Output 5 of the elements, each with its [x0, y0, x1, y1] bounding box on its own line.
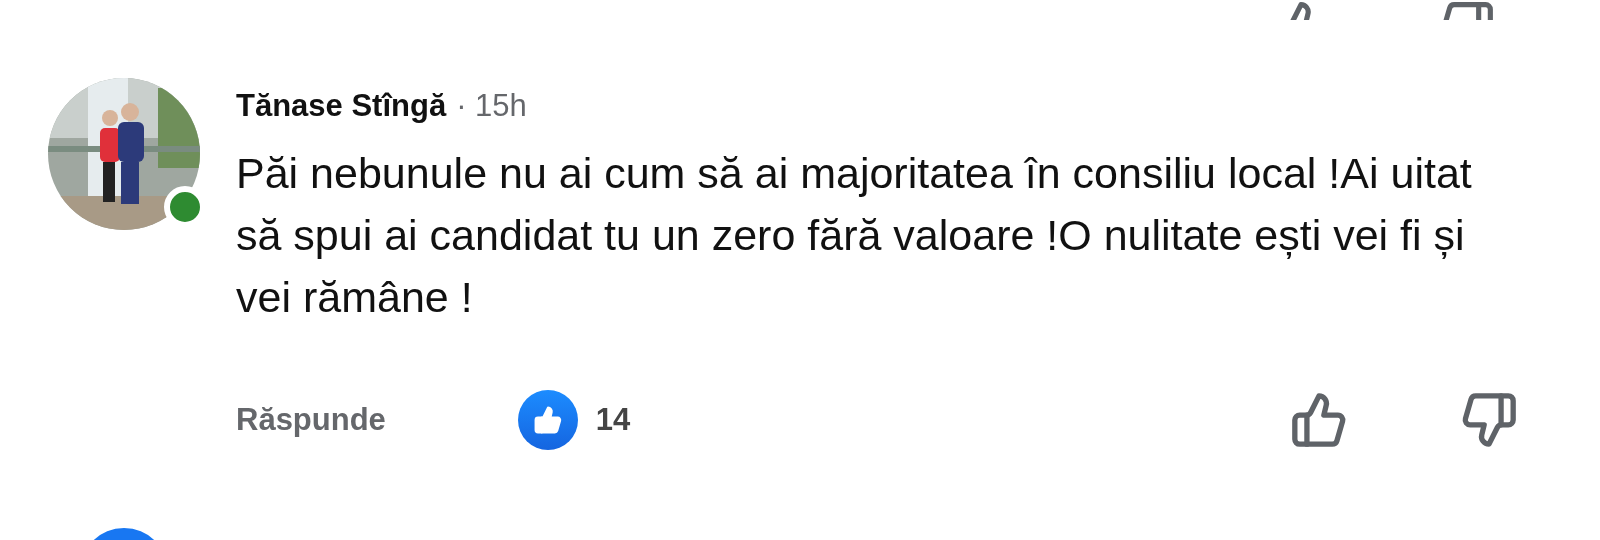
comment-text: Păi nebunule nu ai cum să ai majoritatea în consiliu local !Ai uitat să spui ai candidat tu un zero fără valoare !O nulitate ești vei fi și vei rămâne ! [236, 148, 1473, 323]
comment-time: · 15h [456, 88, 527, 124]
reply-link[interactable]: Răspunde [236, 402, 386, 438]
author-name[interactable]: Tănase Stîngă [236, 88, 447, 124]
like-count: 14 [595, 402, 631, 438]
